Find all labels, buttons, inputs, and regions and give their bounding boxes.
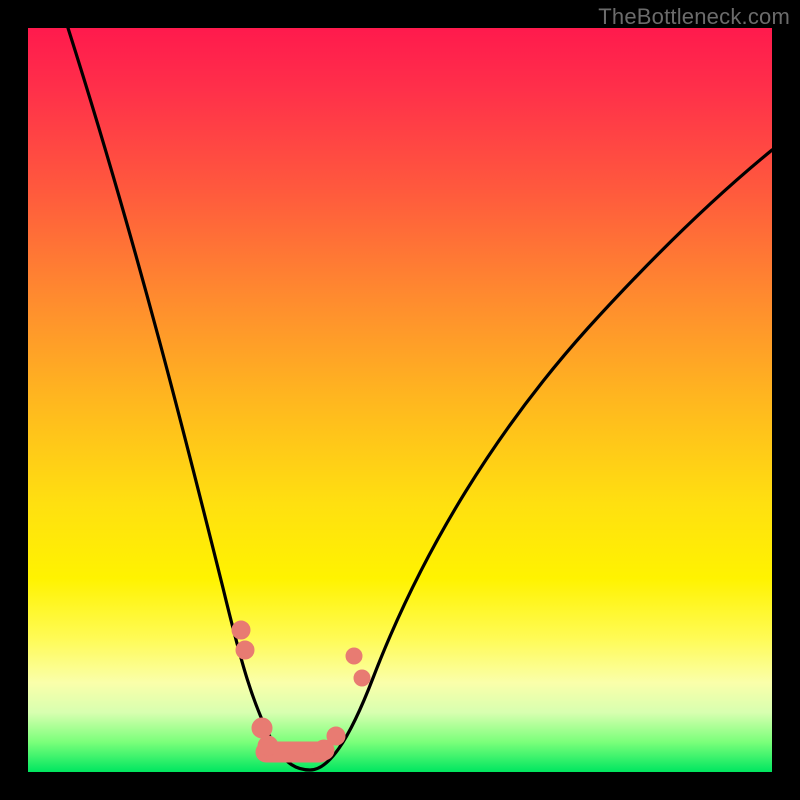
marker-dot (252, 718, 272, 738)
chart-frame: TheBottleneck.com (0, 0, 800, 800)
marker-dot (236, 641, 254, 659)
watermark-text: TheBottleneck.com (598, 4, 790, 30)
marker-dot (258, 736, 278, 756)
marker-dot (354, 670, 370, 686)
bottleneck-curve (68, 28, 772, 770)
plot-area (28, 28, 772, 772)
marker-dot (346, 648, 362, 664)
bottleneck-curve-svg (28, 28, 772, 772)
marker-dot (232, 621, 250, 639)
marker-dot (327, 727, 345, 745)
